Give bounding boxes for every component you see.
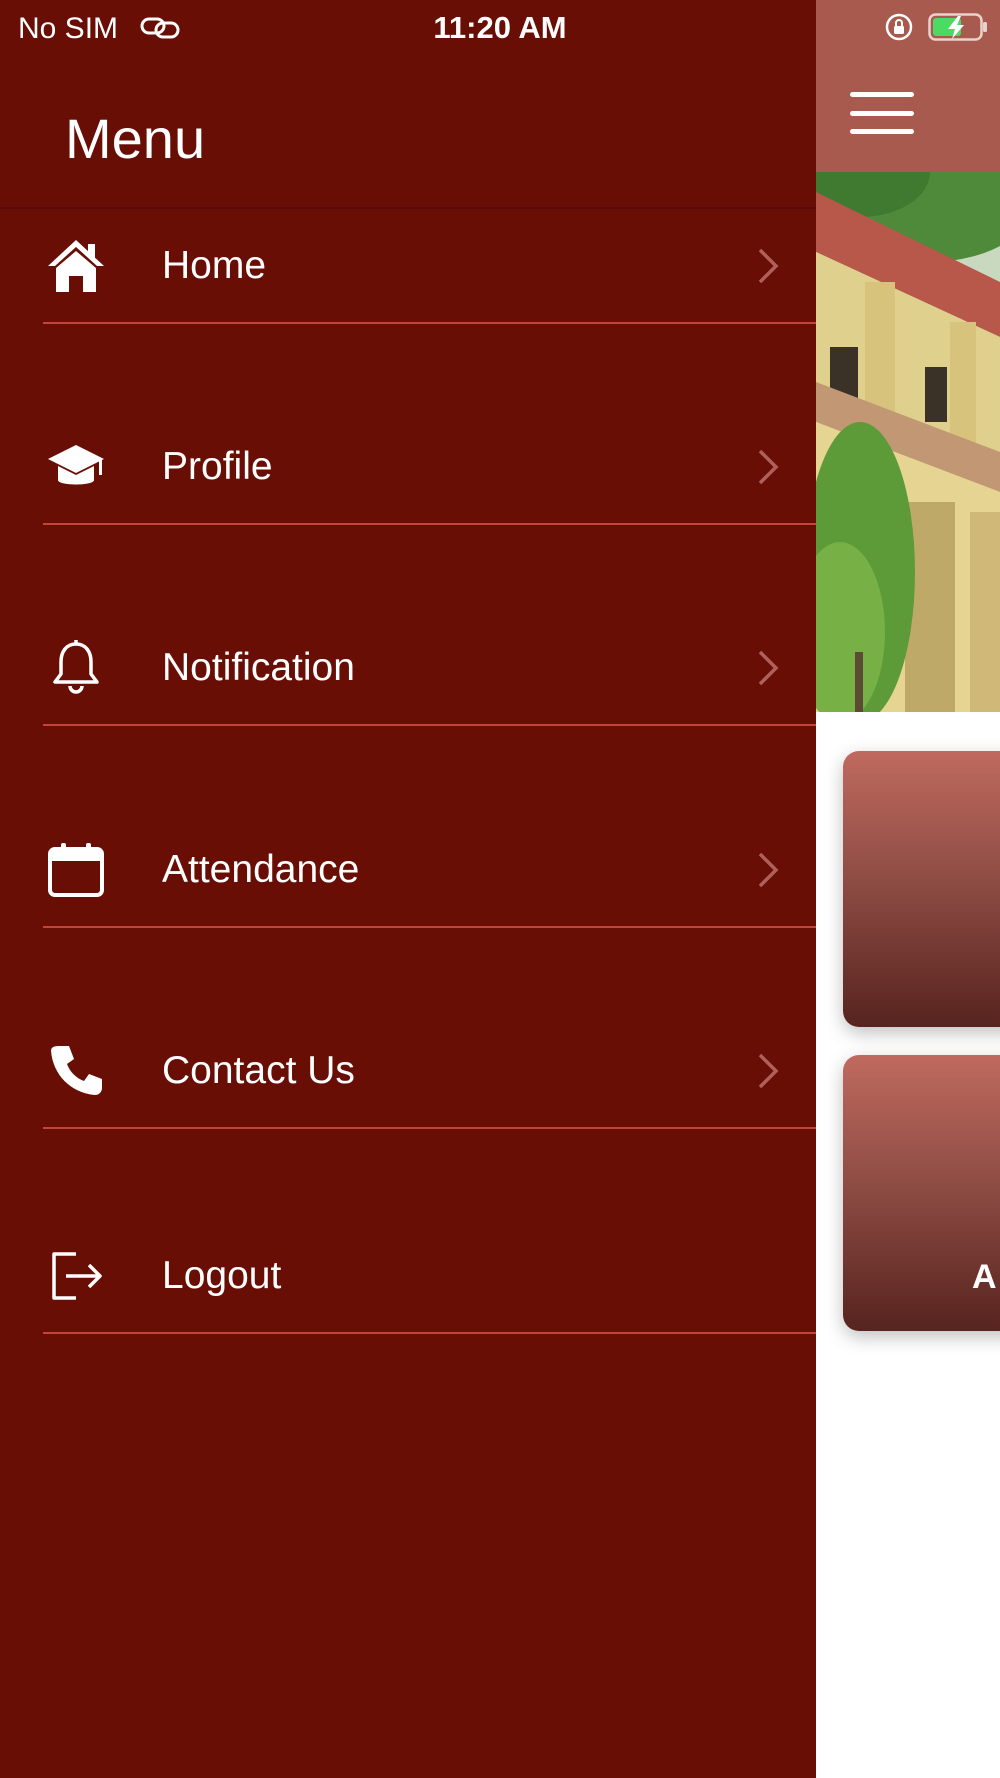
logout-icon — [46, 1246, 106, 1306]
divider — [43, 322, 816, 324]
hamburger-icon[interactable] — [850, 92, 914, 134]
divider — [43, 724, 816, 726]
menu-item-home[interactable]: Home — [0, 206, 816, 326]
divider — [43, 523, 816, 525]
clock: 11:20 AM — [433, 10, 567, 45]
menu-item-label: Profile — [162, 445, 273, 488]
card-label: A — [972, 1258, 997, 1296]
menu-item-profile[interactable]: Profile — [0, 407, 816, 527]
menu-item-logout[interactable]: Logout — [0, 1216, 816, 1336]
menu-item-label: Contact Us — [162, 1049, 355, 1092]
home-icon — [46, 236, 106, 296]
orientation-lock-icon — [884, 12, 914, 42]
status-bar: No SIM 11:20 AM — [0, 0, 1000, 56]
drawer-title: Menu — [65, 107, 206, 170]
chevron-right-icon — [755, 246, 781, 286]
battery-charging-icon — [928, 13, 988, 41]
divider — [43, 926, 816, 928]
graduation-cap-icon — [46, 437, 106, 497]
menu-item-label: Logout — [162, 1254, 282, 1297]
phone-icon — [46, 1041, 106, 1101]
divider — [43, 1127, 816, 1129]
menu-item-label: Home — [162, 244, 267, 287]
bell-icon — [46, 638, 106, 698]
dashboard-card-attendance[interactable]: A — [843, 1055, 1000, 1331]
screen: A No SIM 11:20 AM Menu Home Profile Noti… — [0, 0, 1000, 1778]
menu-item-attendance[interactable]: Attendance — [0, 810, 816, 930]
chevron-right-icon — [755, 447, 781, 487]
chevron-right-icon — [755, 648, 781, 688]
menu-item-notification[interactable]: Notification — [0, 608, 816, 728]
calendar-icon — [46, 840, 106, 900]
menu-item-label: Attendance — [162, 848, 360, 891]
dashboard-card[interactable] — [843, 751, 1000, 1027]
side-drawer: Menu Home Profile Notification Attendanc… — [0, 0, 816, 1778]
menu-item-label: Notification — [162, 646, 355, 689]
chevron-right-icon — [755, 850, 781, 890]
divider — [43, 1332, 816, 1334]
menu-item-contact-us[interactable]: Contact Us — [0, 1011, 816, 1131]
chevron-right-icon — [755, 1051, 781, 1091]
